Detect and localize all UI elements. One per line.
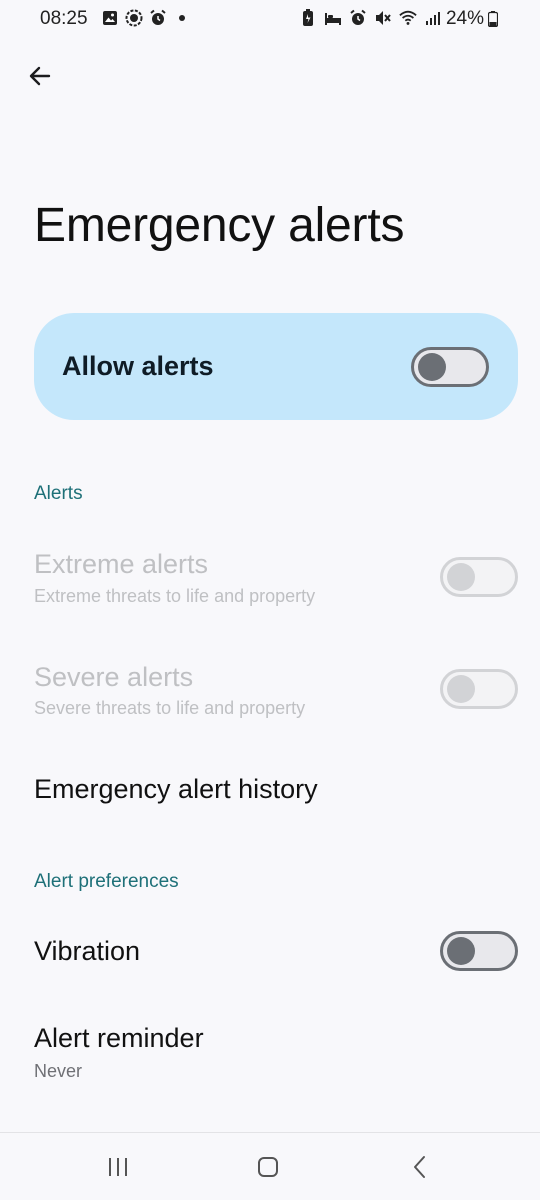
gallery-icon [101, 9, 119, 27]
allow-alerts-toggle[interactable] [411, 347, 489, 387]
extreme-alerts-subtitle: Extreme threats to life and property [34, 586, 316, 606]
toggle-knob [447, 937, 475, 965]
severe-alerts-toggle[interactable] [440, 669, 518, 709]
recents-button[interactable] [98, 1151, 138, 1183]
home-icon [258, 1157, 278, 1177]
signal-icon [424, 9, 442, 27]
navigation-bar [0, 1132, 540, 1200]
alert-history-title: Emergency alert history [34, 774, 318, 804]
mute-icon [374, 9, 392, 27]
toggle-knob [418, 353, 446, 381]
allow-alerts-label: Allow alerts [62, 351, 214, 381]
arrow-back-icon [29, 66, 51, 86]
vibration-toggle[interactable] [440, 931, 518, 971]
back-icon [414, 1156, 425, 1178]
severe-alerts-subtitle: Severe threats to life and property [34, 698, 306, 718]
vibration-title: Vibration [34, 936, 141, 966]
back-button[interactable] [20, 56, 60, 96]
toggle-knob [447, 675, 475, 703]
sync-icon [125, 9, 143, 27]
section-header-alerts: Alerts [34, 483, 83, 504]
page-title: Emergency alerts [34, 199, 405, 252]
alert-reminder-value: Never [34, 1061, 83, 1081]
severe-alerts-title: Severe alerts [34, 662, 194, 692]
alert-reminder-title: Alert reminder [34, 1023, 204, 1053]
section-header-preferences: Alert preferences [34, 871, 179, 892]
battery-saver-icon [299, 9, 317, 27]
home-button[interactable] [248, 1151, 288, 1183]
battery-icon [487, 11, 499, 32]
extreme-alerts-toggle[interactable] [440, 557, 518, 597]
extreme-alerts-title: Extreme alerts [34, 549, 209, 579]
settings-screen: 08:25 24% Emergency alerts Allow alerts … [0, 0, 540, 1200]
battery-percent: 24% [445, 8, 484, 29]
alarm-icon [149, 9, 167, 27]
sleep-icon [324, 9, 342, 27]
nav-back-button[interactable] [400, 1151, 440, 1183]
toggle-knob [447, 563, 475, 591]
allow-alerts-switch-card[interactable]: Allow alerts [34, 313, 518, 420]
status-time: 08:25 [40, 8, 88, 29]
alarm-icon [349, 9, 367, 27]
wifi-icon [399, 9, 417, 27]
dot-icon [173, 9, 191, 27]
status-bar: 08:25 24% [0, 0, 540, 38]
recents-icon [109, 1158, 127, 1176]
